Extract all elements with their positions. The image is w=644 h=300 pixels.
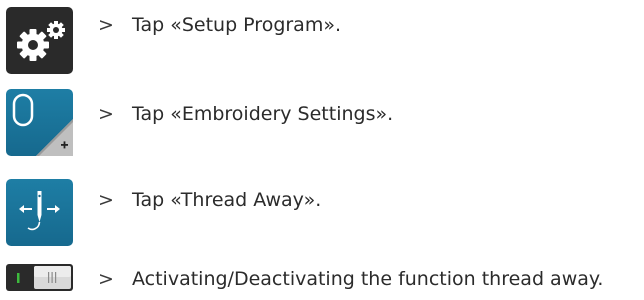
step-2-text: Tap «Embroidery Settings».: [132, 103, 394, 125]
toggle-switch-icon: [6, 264, 73, 291]
step-4-marker: >: [98, 268, 114, 290]
thread-away-button[interactable]: [6, 179, 73, 246]
hoop-icon: [12, 93, 73, 156]
step-4-text: Activating/Deactivating the function thr…: [132, 268, 604, 290]
step-1-text: Tap «Setup Program».: [132, 14, 341, 36]
setup-program-button[interactable]: [6, 7, 73, 74]
thread-away-toggle[interactable]: [6, 264, 73, 291]
step-2-marker: >: [98, 103, 114, 125]
embroidery-settings-button[interactable]: [6, 89, 73, 156]
step-3-text: Tap «Thread Away».: [132, 189, 322, 211]
needle-thread-icon: [19, 191, 60, 231]
step-1-marker: >: [98, 14, 114, 36]
step-3-marker: >: [98, 189, 114, 211]
gears-icon: [17, 21, 65, 61]
